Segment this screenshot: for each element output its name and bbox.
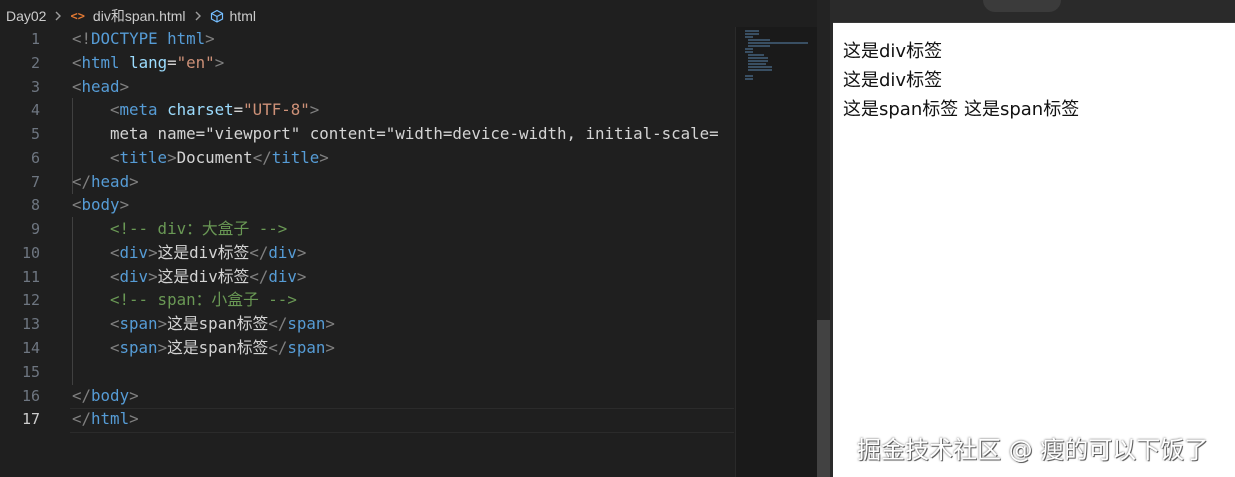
line-number: 2	[30, 54, 40, 72]
code-line-14: <span>这是span标签</span>	[110, 338, 335, 357]
line-number: 16	[21, 387, 40, 405]
breadcrumb-folder-label: Day02	[6, 8, 47, 24]
line-number: 4	[30, 101, 40, 119]
line-number: 8	[30, 196, 40, 214]
code-line-16: </body>	[72, 386, 139, 405]
code-area[interactable]: <!DOCTYPE html> <html lang="en"> <head> …	[72, 27, 732, 467]
code-line-1: <!DOCTYPE html>	[72, 29, 215, 48]
preview-toolbar-pill[interactable]	[983, 0, 1061, 12]
code-line-13: <span>这是span标签</span>	[110, 314, 335, 333]
line-number: 1	[30, 30, 40, 48]
line-number: 14	[21, 339, 40, 357]
line-number: 5	[30, 125, 40, 143]
line-number: 15	[21, 363, 40, 381]
chevron-right-icon	[52, 10, 64, 22]
chevron-right-icon	[192, 10, 204, 22]
line-number: 11	[21, 268, 40, 286]
code-line-11: <div>这是div标签</div>	[110, 267, 307, 286]
code-line-5: meta name="viewport" content="width=devi…	[110, 124, 719, 143]
preview-div-2: 这是div标签	[843, 70, 943, 91]
code-line-17: </html>	[72, 409, 139, 428]
line-number: 6	[30, 149, 40, 167]
preview-div-1: 这是div标签	[843, 41, 943, 62]
code-line-4: <meta charset="UTF-8">	[110, 100, 320, 119]
code-line-10: <div>这是div标签</div>	[110, 243, 307, 262]
line-number: 10	[21, 244, 40, 262]
symbol-cube-icon	[210, 9, 224, 23]
code-editor: Day02 <> div和span.html html 1 2 3 4 5 6 …	[0, 0, 830, 477]
code-line-8: <body>	[72, 195, 130, 214]
line-number-active: 17	[21, 410, 40, 428]
code-line-6: <title>Document</title>	[110, 148, 329, 167]
watermark-text: 掘金技术社区 @ 瘦的可以下饭了	[857, 436, 1209, 464]
breadcrumb-symbol-label: html	[229, 8, 256, 24]
code-line-3: <head>	[72, 77, 130, 96]
line-number: 9	[30, 220, 40, 238]
line-number: 12	[21, 291, 40, 309]
browser-preview: 这是div标签 这是div标签 这是span标签 这是span标签 掘金技术社区…	[833, 0, 1235, 477]
line-number: 3	[30, 78, 40, 96]
code-line-2: <html lang="en">	[72, 53, 225, 72]
code-line-9: <!-- div：大盒子 -->	[110, 219, 288, 238]
scrollbar-thumb[interactable]	[817, 320, 830, 477]
code-line-12: <!-- span：小盒子 -->	[110, 290, 297, 309]
minimap[interactable]	[735, 27, 818, 477]
line-number: 7	[30, 173, 40, 191]
html-file-icon: <>	[70, 9, 85, 23]
preview-spans: 这是span标签 这是span标签	[843, 99, 1080, 120]
line-number: 13	[21, 315, 40, 333]
code-line-7: </head>	[72, 172, 139, 191]
breadcrumb-file-label: div和span.html	[92, 8, 186, 24]
preview-toolbar	[833, 0, 1235, 23]
